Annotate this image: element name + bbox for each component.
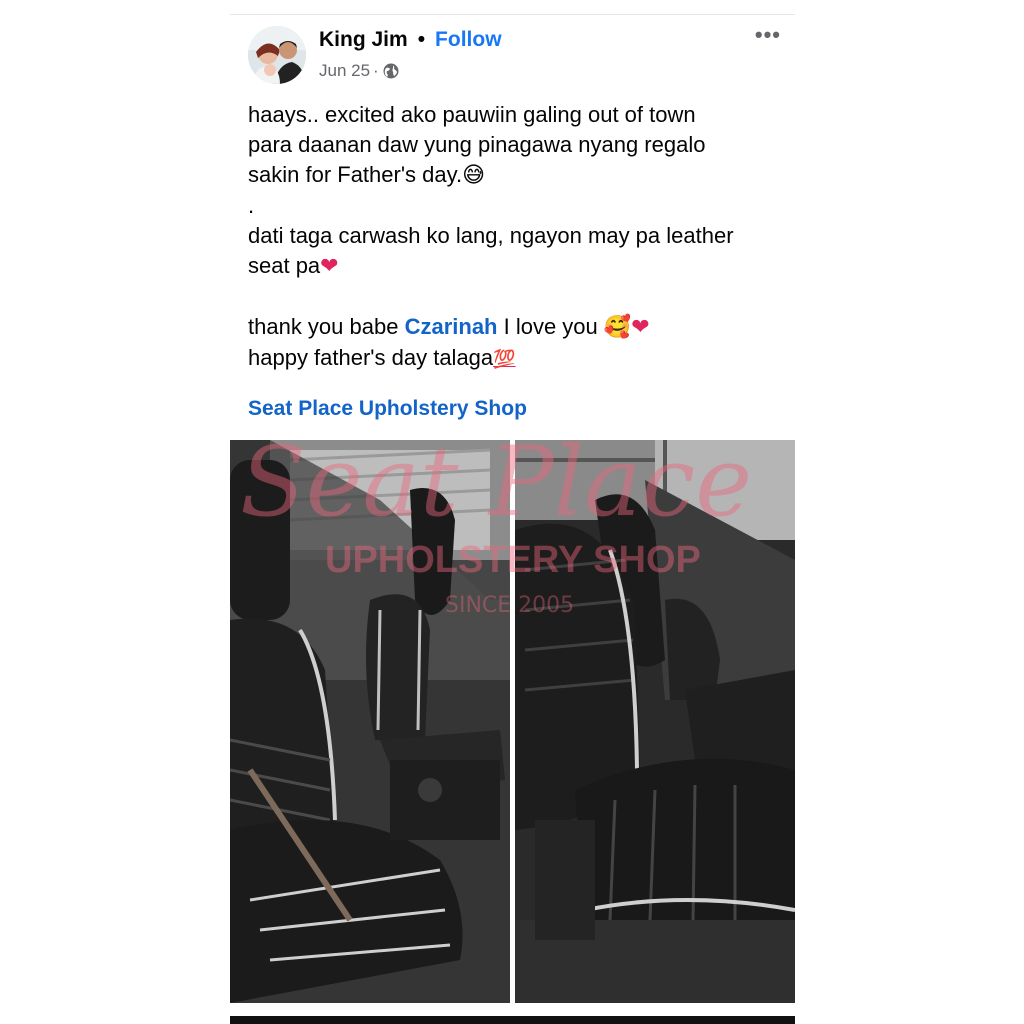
heart-emoji-icon: ❤: [631, 315, 650, 340]
seat-photo-left[interactable]: [230, 440, 510, 1003]
author-name[interactable]: King Jim: [319, 28, 408, 52]
hundred-points-emoji-icon: 💯: [493, 349, 516, 370]
author-avatar[interactable]: [248, 26, 306, 84]
globe-icon: [382, 62, 400, 80]
smiling-hearts-emoji-icon: 🥰: [603, 315, 632, 340]
more-options-button[interactable]: •••: [755, 22, 781, 48]
photo-grid: [230, 440, 795, 1003]
tagged-page-link[interactable]: Seat Place Upholstery Shop: [248, 397, 527, 421]
follow-button[interactable]: Follow: [435, 28, 502, 52]
post-meta: Jun 25 ·: [319, 61, 400, 81]
post-line: happy father's day talaga💯: [248, 345, 516, 370]
post-line: .: [248, 193, 255, 218]
post-line: seat pa❤: [248, 253, 339, 279]
post-date[interactable]: Jun 25: [319, 61, 370, 81]
facebook-post: King Jim • Follow Jun 25 · ••• haays.. e…: [230, 0, 795, 1024]
post-body: haays.. excited ako pauwiin galing out o…: [248, 100, 778, 375]
post-line: para daanan daw yung pinagawa nyang rega…: [248, 132, 706, 157]
meta-separator: ·: [373, 61, 379, 80]
seat-photo-right[interactable]: [515, 440, 795, 1003]
sweat-smile-emoji-icon: 😅: [462, 163, 486, 188]
post-line: sakin for Father's day.😅: [248, 162, 486, 188]
author-line: King Jim • Follow: [319, 28, 502, 52]
heart-emoji-icon: ❤: [320, 254, 339, 279]
name-separator: •: [417, 28, 426, 51]
divider: [230, 14, 795, 15]
more-horizontal-icon: •••: [754, 22, 781, 47]
post-line: haays.. excited ako pauwiin galing out o…: [248, 102, 696, 127]
post-line: dati taga carwash ko lang, ngayon may pa…: [248, 223, 734, 248]
next-post-edge: [230, 1016, 795, 1024]
mention-link[interactable]: Czarinah: [405, 314, 498, 339]
post-line: thank you babe Czarinah I love you 🥰❤: [248, 314, 650, 340]
